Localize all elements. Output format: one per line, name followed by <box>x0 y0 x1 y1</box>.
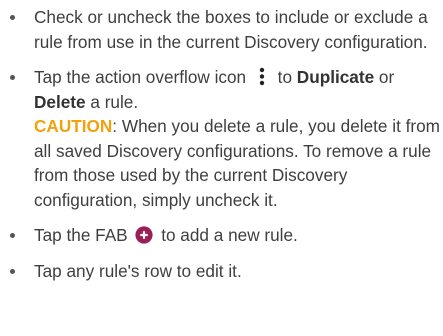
overflow-text-start: Tap the action overflow icon <box>34 67 247 87</box>
caution-label: CAUTION <box>34 116 113 136</box>
caution-note: CAUTION: When you delete a rule, you del… <box>34 114 441 212</box>
fab-text-end: to add a new rule. <box>156 225 298 245</box>
list-item: Check or uncheck the boxes to include or… <box>0 5 443 54</box>
overflow-text-end: a rule. <box>85 91 139 112</box>
overflow-text-to: to <box>272 67 297 87</box>
include-exclude-text: Check or uncheck the boxes to include or… <box>34 7 428 52</box>
list-item: Tap the FAB to add a new rule. <box>0 223 443 248</box>
list-item: Tap any rule's row to edit it. <box>0 259 443 284</box>
duplicate-label: Duplicate <box>296 67 375 87</box>
edit-rule-text: Tap any rule's row to edit it. <box>34 260 242 281</box>
help-document: Check or uncheck the boxes to include or… <box>0 0 443 336</box>
plus-fab-icon <box>135 226 154 244</box>
delete-label: Delete <box>34 91 86 112</box>
list-item: Tap the action overflow icon to Duplicat… <box>0 65 443 212</box>
vertical-ellipsis-icon <box>259 67 265 86</box>
fab-text-start: Tap the FAB <box>34 225 128 245</box>
instruction-list: Check or uncheck the boxes to include or… <box>0 5 443 283</box>
overflow-text-or: or <box>374 67 395 87</box>
